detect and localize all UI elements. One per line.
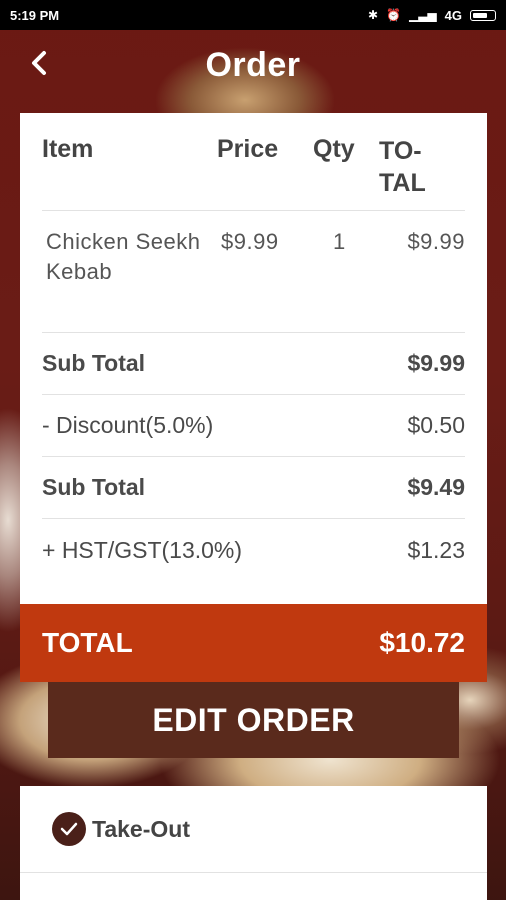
item-qty: 1 (333, 229, 346, 254)
summary-row-tax: + HST/GST(13.0%) $1.23 (42, 519, 465, 581)
edit-order-button[interactable]: EDIT ORDER (48, 682, 459, 758)
status-time: 5:19 PM (10, 7, 60, 23)
back-button[interactable] (24, 48, 54, 78)
summary-label: - Discount(5.0%) (42, 412, 214, 438)
item-total: $9.99 (407, 229, 465, 254)
order-total-bar: TOTAL $10.72 (20, 604, 487, 682)
item-price: $9.99 (221, 229, 279, 254)
bluetooth-icon: ✱ (367, 8, 379, 22)
battery-icon (470, 9, 496, 21)
status-bar: 5:19 PM ✱ ⏰ ▁▃▅ 4G (0, 0, 506, 30)
summary-row-subtotal-after-discount: Sub Total $9.49 (42, 457, 465, 519)
summary-value: $0.50 (407, 412, 465, 438)
summary-value: $9.99 (407, 350, 465, 376)
summary-label: + HST/GST(13.0%) (42, 536, 243, 563)
summary-value: $1.23 (407, 536, 465, 563)
total-value: $10.72 (379, 627, 465, 658)
chevron-left-icon (32, 51, 46, 75)
summary-row-discount: - Discount(5.0%) $0.50 (42, 395, 465, 457)
table-row: Chicken Seekh Kebab $9.99 1 $9.99 (42, 211, 465, 333)
signal-icon: ▁▃▅ (408, 8, 437, 22)
option-take-out[interactable]: Take-Out (20, 786, 487, 873)
checkmark-icon (52, 812, 86, 846)
page-title: Order (205, 45, 301, 84)
summary-value: $9.49 (407, 474, 465, 500)
app-header: Order (0, 30, 506, 100)
order-type-card: Take-Out (20, 786, 487, 900)
status-icons: ✱ ⏰ ▁▃▅ 4G (368, 8, 496, 23)
alarm-icon: ⏰ (386, 8, 401, 22)
summary-label: Sub Total (42, 350, 146, 376)
option-label: Take-Out (92, 815, 190, 842)
item-name: Chicken Seekh Kebab (46, 229, 201, 284)
column-header-total: TO-TAL (379, 137, 426, 197)
column-header-price: Price (217, 135, 279, 163)
total-label: TOTAL (42, 627, 133, 658)
summary-label: Sub Total (42, 474, 146, 500)
column-header-item: Item (42, 135, 94, 163)
order-receipt: Item Price Qty TO-TAL Chicken Seekh Keba… (20, 113, 487, 604)
table-header: Item Price Qty TO-TAL (42, 113, 465, 211)
network-type: 4G (444, 7, 462, 23)
column-header-qty: Qty (313, 135, 355, 163)
summary-row-subtotal: Sub Total $9.99 (42, 333, 465, 395)
